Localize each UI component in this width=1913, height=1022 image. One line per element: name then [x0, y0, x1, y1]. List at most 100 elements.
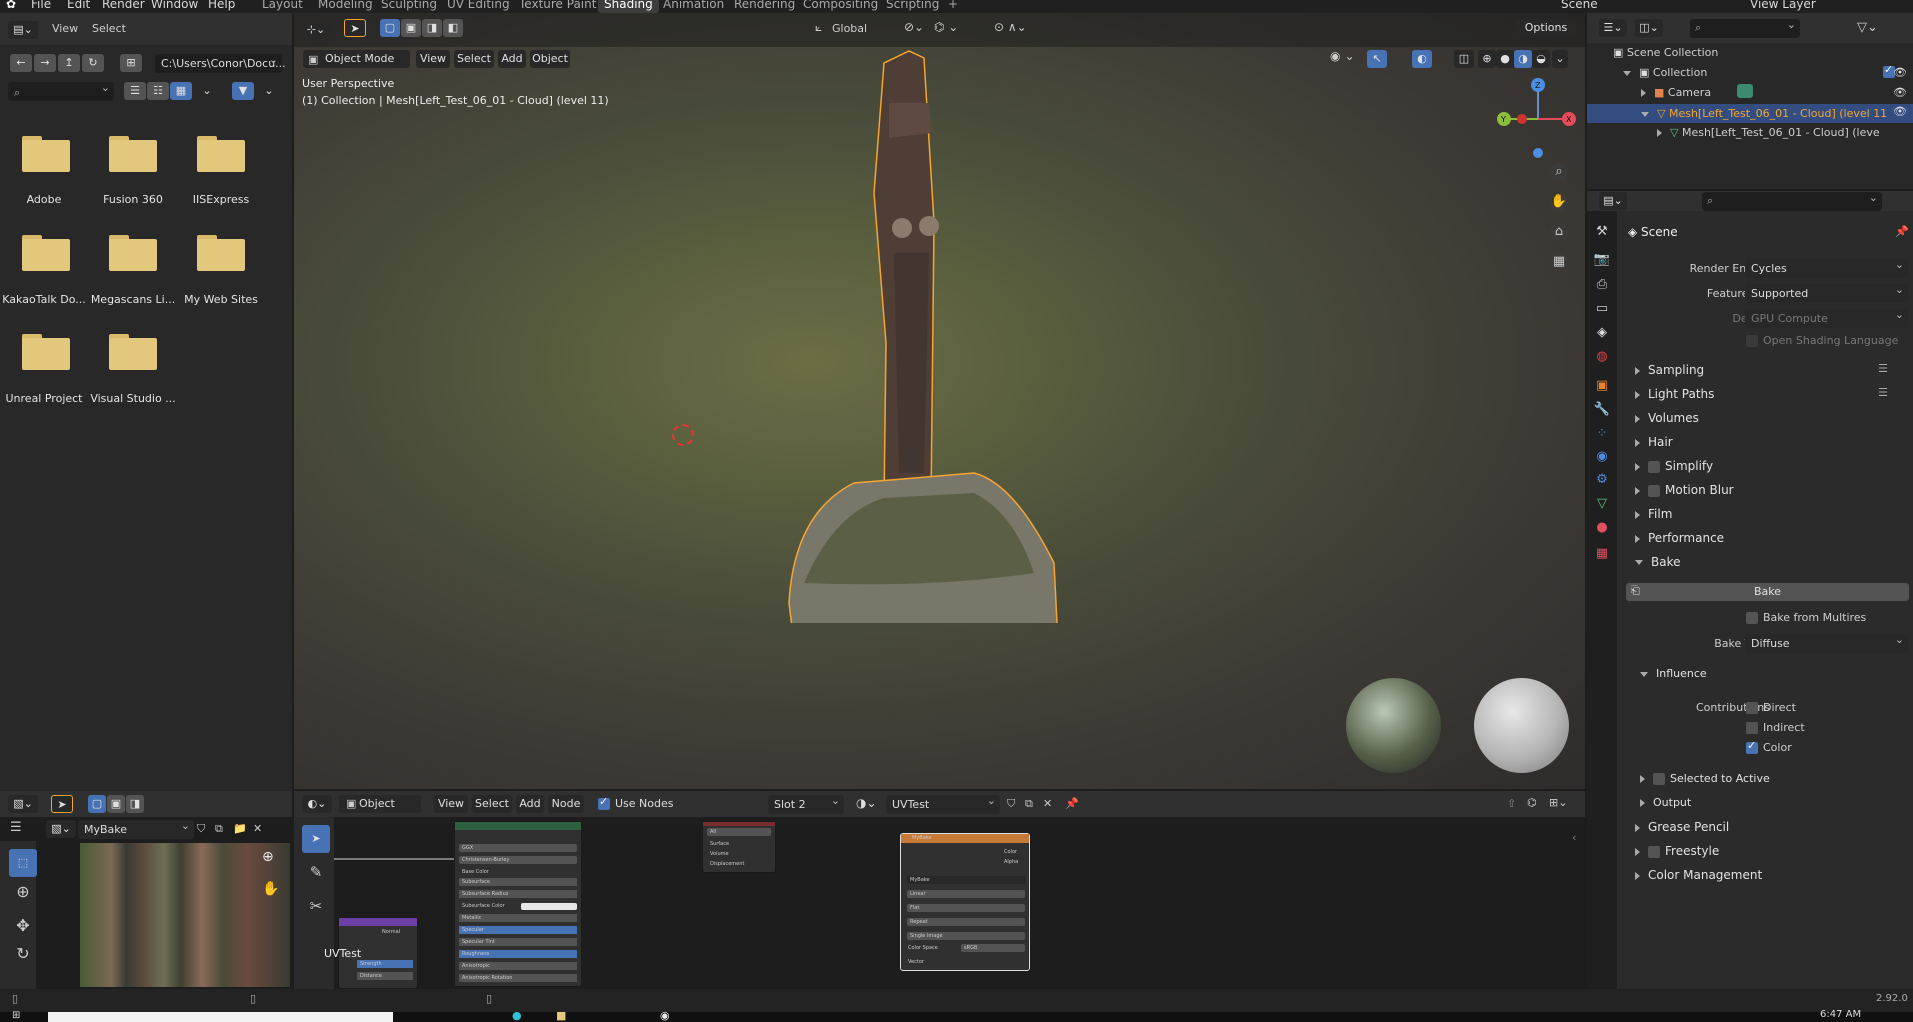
subsurface-method-dropdown[interactable]: Christensen-Burley — [459, 856, 577, 864]
taskbar-search-input[interactable] — [48, 1012, 393, 1022]
section-sampling[interactable]: Sampling — [1635, 363, 1704, 377]
visibility-eye-icon[interactable]: 👁 — [1893, 66, 1907, 79]
expand-triangle-icon[interactable] — [1635, 823, 1640, 832]
expand-triangle-icon[interactable] — [1641, 111, 1649, 117]
tab-rendering[interactable]: Rendering — [728, 0, 801, 13]
outliner-row-mesh-selected[interactable]: ▽ Mesh[Left_Test_06_01 - Cloud] (level 1… — [1587, 104, 1913, 123]
presets-list-icon[interactable]: ☰ — [1878, 386, 1888, 399]
bake-type-dropdown[interactable]: Diffuse — [1745, 630, 1908, 653]
transform-orientation[interactable]: Global — [832, 22, 867, 35]
visibility-eye-icon[interactable]: 👁 — [1893, 86, 1907, 99]
options-button[interactable]: Options — [1516, 19, 1576, 37]
folder-label[interactable]: My Web Sites — [177, 293, 265, 306]
folder-icon[interactable] — [197, 235, 247, 271]
section-checkbox[interactable] — [1648, 845, 1660, 858]
expand-triangle-icon[interactable] — [1640, 671, 1648, 677]
expand-triangle-icon[interactable] — [1635, 534, 1640, 543]
tab-animation[interactable]: Animation — [657, 0, 730, 13]
subpanel-output[interactable]: Output — [1640, 796, 1691, 809]
extension-dropdown[interactable]: Repeat — [907, 918, 1025, 926]
socket-anisotropic-rotation[interactable]: Anisotropic Rotation — [459, 974, 577, 982]
vp-menu-view[interactable]: View — [416, 50, 450, 68]
menu-file[interactable]: File — [31, 0, 51, 11]
section-checkbox[interactable] — [1648, 460, 1660, 473]
filter-icon[interactable]: ▽⌄ — [1857, 20, 1878, 35]
socket-specular[interactable]: Specular — [459, 926, 577, 934]
links-cut-tool-icon[interactable]: ✂ — [307, 897, 325, 915]
view-layer-tab-icon[interactable]: ▭ — [1593, 300, 1611, 318]
shading-options-icon[interactable]: ⌄ — [1552, 50, 1568, 68]
editor-type-icon[interactable]: ◐⌄ — [302, 795, 332, 813]
fake-user-shield-icon[interactable]: ⛉ — [1007, 797, 1015, 811]
principled-bsdf-node[interactable]: GGX Christensen-Burley Base Color Subsur… — [454, 821, 582, 987]
select-box-tool-icon[interactable]: ⬚ — [9, 849, 37, 877]
folder-label[interactable]: Unreal Project — [0, 392, 88, 405]
ne-menu-view[interactable]: View — [434, 795, 468, 813]
select-tool-icon[interactable]: ➤ — [344, 19, 366, 37]
tab-modeling[interactable]: Modeling — [312, 0, 379, 13]
hamburger-menu-icon[interactable]: ☰ — [10, 820, 22, 835]
socket-anisotropic[interactable]: Anisotropic — [459, 962, 577, 970]
pivot-icon[interactable]: ⊘⌄ — [904, 20, 924, 34]
tool-tab-icon[interactable]: ⚒ — [1593, 223, 1611, 241]
folder-icon[interactable] — [109, 235, 159, 271]
image-name-field[interactable]: MyBake — [78, 816, 194, 839]
section-color-management[interactable]: Color Management — [1635, 868, 1762, 882]
world-tab-icon[interactable]: ◍ — [1593, 348, 1611, 366]
visibility-eye-icon[interactable]: 👁 — [1893, 105, 1907, 118]
expand-triangle-icon[interactable] — [1635, 486, 1640, 495]
fb-menu-view[interactable]: View — [52, 22, 78, 35]
socket-alpha[interactable]: Alpha — [1001, 858, 1018, 866]
transform-orientation-icon[interactable]: ⟀ — [815, 20, 822, 35]
fb-menu-select[interactable]: Select — [92, 22, 126, 35]
folder-icon[interactable] — [22, 334, 72, 370]
add-workspace-icon[interactable]: + — [942, 0, 964, 13]
expand-triangle-icon[interactable] — [1635, 438, 1640, 447]
select-tool-icon[interactable]: ➤ — [302, 825, 330, 853]
rotate-tool-icon[interactable]: ↻ — [14, 945, 32, 963]
snap-icon[interactable]: ⌬ — [1527, 796, 1537, 809]
socket-specular-tint[interactable]: Specular Tint — [459, 938, 577, 946]
expand-triangle-icon[interactable] — [1635, 560, 1643, 565]
colorspace-dropdown[interactable]: sRGB — [961, 944, 1025, 952]
filter-icon[interactable]: ▼ — [232, 82, 254, 100]
node-image-name-field[interactable]: MyBake — [907, 876, 1025, 884]
socket-vector[interactable]: Vector — [905, 958, 924, 966]
menu-edit[interactable]: Edit — [67, 0, 90, 11]
start-icon[interactable]: ⊞ — [12, 1010, 20, 1021]
pin-icon[interactable]: 📌 — [1065, 797, 1079, 810]
menu-help[interactable]: Help — [208, 0, 235, 11]
folder-icon[interactable] — [109, 136, 159, 172]
explorer-app-icon[interactable]: ■ — [556, 1009, 566, 1022]
folder-label[interactable]: KakaoTalk Do... — [0, 293, 88, 306]
target-dropdown[interactable]: All — [707, 828, 771, 836]
section-hair[interactable]: Hair — [1635, 435, 1673, 449]
snap-mode-icon[interactable]: ⊞⌄ — [1549, 796, 1567, 809]
expand-triangle-icon[interactable] — [1623, 70, 1631, 76]
socket-metallic[interactable]: Metallic — [459, 914, 577, 922]
parent-node-tree-icon[interactable]: ⇧ — [1507, 797, 1516, 810]
image-texture-node[interactable]: MyBake Color Alpha MyBake Linear Flat Re… — [900, 833, 1030, 971]
socket-distance[interactable]: Distance — [357, 972, 413, 980]
pin-icon[interactable]: 📌 — [1895, 225, 1909, 238]
socket-subsurface[interactable]: Subsurface — [459, 878, 577, 886]
texture-tab-icon[interactable]: ▦ — [1593, 545, 1611, 563]
socket-volume[interactable]: Volume — [707, 850, 729, 858]
subpanel-selected-to-active[interactable]: Selected to Active — [1640, 772, 1770, 785]
folder-icon[interactable] — [22, 235, 72, 271]
select-mode-subtract-icon[interactable]: ◨ — [126, 795, 144, 813]
viewport-overlay-icons[interactable]: ◉⌄ — [1330, 49, 1359, 63]
tab-texture-paint[interactable]: Texture Paint — [513, 0, 602, 13]
bake-image-texture[interactable] — [80, 843, 290, 987]
outliner-row-camera[interactable]: ■ Camera — [1641, 86, 1711, 99]
tab-sculpting[interactable]: Sculpting — [375, 0, 443, 13]
projection-dropdown[interactable]: Flat — [907, 904, 1025, 912]
folder-icon[interactable] — [22, 136, 72, 172]
snap-icon[interactable]: ⌬ ⌄ — [934, 20, 958, 34]
outliner-search-input[interactable] — [1690, 15, 1800, 38]
socket-displacement[interactable]: Displacement — [707, 860, 744, 868]
use-nodes-checkbox[interactable] — [598, 795, 610, 810]
editor-type-icon[interactable]: ⊹⌄ — [302, 21, 330, 39]
ne-menu-node[interactable]: Node — [548, 795, 584, 813]
physics-tab-icon[interactable]: ◉ — [1593, 448, 1611, 466]
